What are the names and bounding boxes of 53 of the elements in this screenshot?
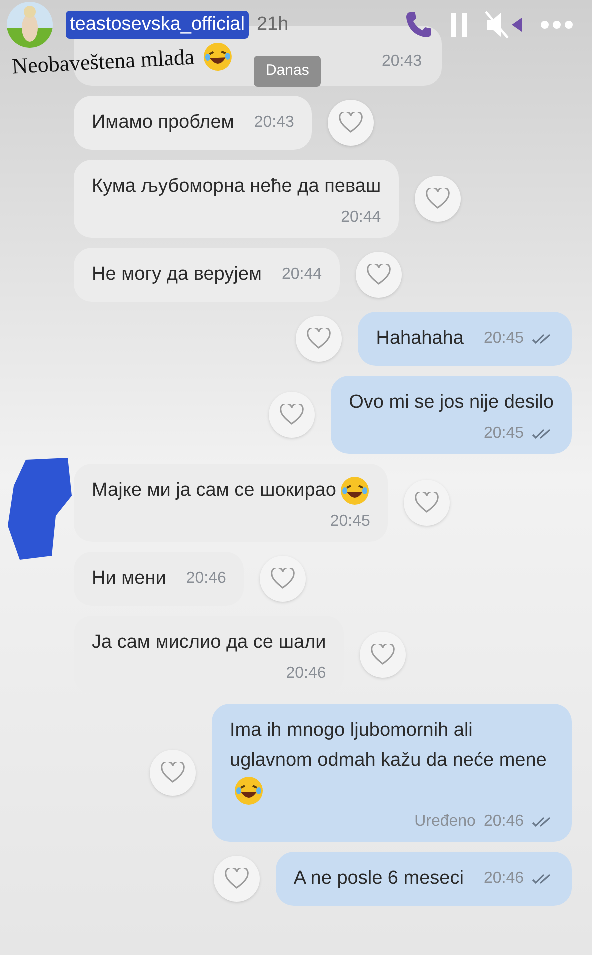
message-text: Hahahaha bbox=[376, 327, 464, 351]
message-time: 20:43 bbox=[254, 113, 294, 133]
message-time: 20:43 bbox=[382, 52, 422, 72]
message-text: Ovo mi se jos nije desilo bbox=[349, 392, 554, 413]
message-text: Ја сам мислио да се шали bbox=[92, 632, 326, 654]
heart-icon bbox=[161, 762, 185, 784]
like-button[interactable] bbox=[404, 480, 450, 526]
message-time: 20:45 bbox=[330, 512, 370, 532]
message-text: Не могу да верујем bbox=[92, 263, 262, 287]
heart-icon bbox=[271, 568, 296, 590]
heart-icon bbox=[280, 404, 304, 426]
pause-icon[interactable] bbox=[450, 12, 468, 38]
heart-icon bbox=[371, 644, 396, 666]
message-time: 20:45 bbox=[484, 424, 524, 444]
heart-icon bbox=[339, 112, 364, 134]
message-time: 20:45 bbox=[484, 329, 524, 349]
heart-icon bbox=[224, 868, 249, 890]
message-text: Кума љубоморна неће да певаш bbox=[92, 176, 382, 197]
like-button[interactable] bbox=[415, 176, 462, 222]
like-button[interactable] bbox=[328, 100, 374, 146]
heart-icon bbox=[426, 188, 450, 210]
message-text: Ни мени bbox=[92, 567, 166, 592]
date-chip: Danas bbox=[254, 56, 322, 86]
like-button[interactable] bbox=[214, 856, 260, 902]
laughing-emoji-icon bbox=[202, 41, 234, 73]
like-button[interactable] bbox=[150, 750, 196, 796]
muted-speaker-icon[interactable] bbox=[484, 10, 524, 40]
laughing-emoji-icon bbox=[234, 776, 264, 806]
like-button[interactable] bbox=[260, 556, 306, 602]
message-time: 20:44 bbox=[282, 265, 322, 285]
laughing-emoji-icon bbox=[340, 476, 370, 506]
story-age: 21h bbox=[256, 12, 289, 37]
message-text: A ne posle 6 meseci bbox=[294, 867, 464, 892]
message-text: Ima ih mnogo ljubomornih ali uglavnom odmah kažu da neće mene bbox=[230, 720, 547, 802]
message-time: 20:46 bbox=[484, 869, 524, 890]
edited-label: Uređeno bbox=[414, 812, 476, 832]
username[interactable]: teastosevska_official bbox=[66, 10, 249, 40]
message-time: 20:46 bbox=[484, 812, 524, 832]
like-button[interactable] bbox=[296, 316, 342, 362]
message-text: Мајке ми ја сам се шокирао bbox=[92, 480, 370, 502]
message-text: Имамо проблем bbox=[92, 111, 234, 135]
like-button[interactable] bbox=[356, 252, 402, 298]
message-time: 20:44 bbox=[341, 208, 382, 228]
like-button[interactable] bbox=[360, 632, 406, 678]
story-caption: Neobaveštena mlada bbox=[11, 43, 196, 81]
heart-icon bbox=[367, 264, 392, 286]
message-time: 20:46 bbox=[286, 664, 326, 684]
like-button[interactable] bbox=[269, 392, 316, 438]
more-icon[interactable] bbox=[540, 18, 574, 32]
message-time: 20:46 bbox=[186, 569, 226, 590]
phone-icon[interactable] bbox=[404, 10, 434, 40]
heart-icon bbox=[307, 328, 332, 350]
heart-icon bbox=[415, 492, 440, 514]
